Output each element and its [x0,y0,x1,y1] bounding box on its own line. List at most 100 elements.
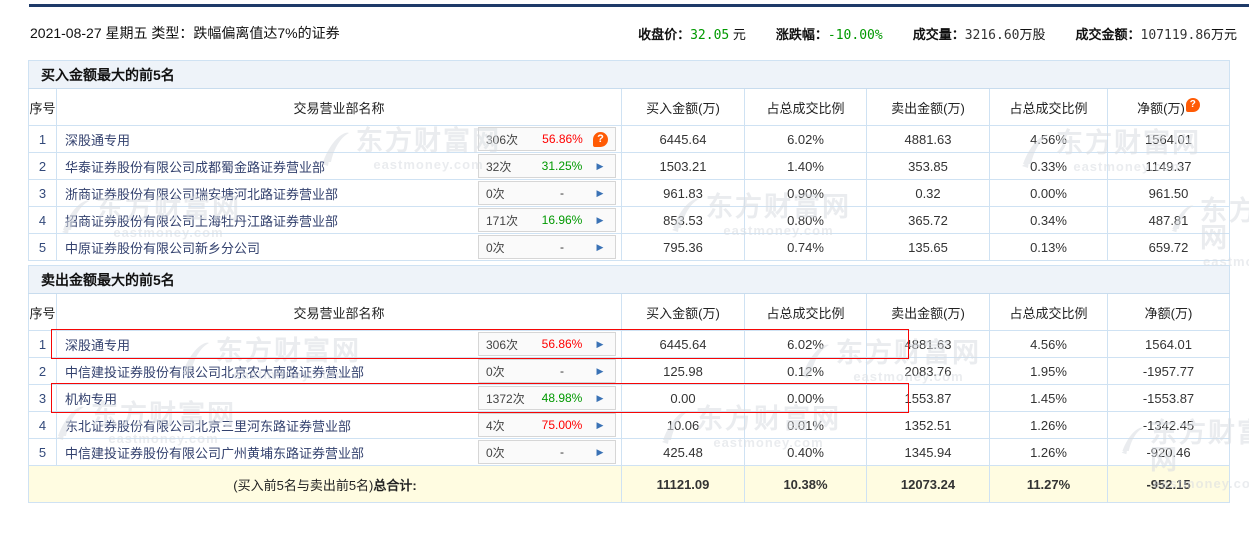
table-row: 4 东北证券股份有限公司北京三里河东路证券营业部 4次 75.00% 10.06… [29,412,1230,439]
branch-name-link[interactable]: 深股通专用 [65,130,130,149]
appearance-count: 32次 [486,158,532,175]
sell-amount: 1345.94 [867,439,990,466]
sell-amount: 353.85 [867,153,990,180]
buy-ratio: 0.80% [745,207,867,234]
col-seq: 序号 [29,89,57,126]
sell-ratio: 1.26% [990,412,1108,439]
net-amount: 1564.01 [1108,331,1230,358]
help-icon[interactable] [1186,98,1200,112]
history-badge[interactable]: 32次 31.25% [478,154,616,178]
win-rate: - [532,240,592,254]
sell-top5-table: 卖出金额最大的前5名 序号 交易营业部名称 买入金额(万) 占总成交比例 卖出金… [28,265,1229,503]
total-sell-amount: 12073.24 [867,466,990,503]
win-rate: - [532,186,592,200]
expand-arrow-icon[interactable] [592,186,608,201]
buy-amount: 6445.64 [622,331,745,358]
branch-name-link[interactable]: 浙商证券股份有限公司瑞安塘河北路证券营业部 [65,184,338,203]
history-badge[interactable]: 171次 16.96% [478,208,616,232]
branch-name-link[interactable]: 华泰证券股份有限公司成都蜀金路证券营业部 [65,157,325,176]
branch-name-link[interactable]: 中信建投证券股份有限公司广州黄埔东路证券营业部 [65,443,364,462]
history-badge[interactable]: 0次 - [478,235,616,259]
branch-name-link[interactable]: 东北证券股份有限公司北京三里河东路证券营业部 [65,416,351,435]
total-label: (买入前5名与卖出前5名)总合计: [29,466,622,503]
quote-stats: 收盘价：32.05 元 涨跌幅：-10.00% 成交量：3216.60万股 成交… [638,24,1237,43]
history-badge[interactable]: 306次 56.86% [478,127,616,151]
col-sell-amount: 卖出金额(万) [867,294,990,331]
appearance-count: 0次 [486,363,532,380]
sell-amount: 365.72 [867,207,990,234]
sell-table-header: 序号 交易营业部名称 买入金额(万) 占总成交比例 卖出金额(万) 占总成交比例… [29,294,1230,331]
buy-amount: 1503.21 [622,153,745,180]
win-rate: - [532,364,592,378]
help-icon[interactable] [593,132,608,147]
row-seq: 3 [29,180,57,207]
history-badge[interactable]: 0次 - [478,181,616,205]
total-buy-ratio: 10.38% [745,466,867,503]
table-row: 1 深股通专用 306次 56.86% 6445.64 6.02% 4881.6… [29,331,1230,358]
appearance-count: 0次 [486,444,532,461]
buy-ratio: 0.00% [745,385,867,412]
net-amount: 961.50 [1108,180,1230,207]
row-seq: 4 [29,412,57,439]
branch-name-link[interactable]: 深股通专用 [65,335,130,354]
col-buy-ratio: 占总成交比例 [745,89,867,126]
buy-table-title: 买入金额最大的前5名 [29,61,1230,89]
col-buy-amount: 买入金额(万) [622,294,745,331]
history-badge[interactable]: 0次 - [478,359,616,383]
col-sell-ratio: 占总成交比例 [990,89,1108,126]
col-branch-name: 交易营业部名称 [57,89,622,126]
row-seq: 5 [29,234,57,261]
col-branch-name: 交易营业部名称 [57,294,622,331]
history-badge[interactable]: 1372次 48.98% [478,386,616,410]
appearance-count: 0次 [486,185,532,202]
expand-arrow-icon[interactable] [592,159,608,174]
expand-arrow-icon[interactable] [592,240,608,255]
history-badge[interactable]: 0次 - [478,440,616,464]
page-title: 2021-08-27 星期五 类型：跌幅偏离值达7%的证券 [30,23,340,43]
col-seq: 序号 [29,294,57,331]
net-amount: 1564.01 [1108,126,1230,153]
buy-ratio: 0.12% [745,358,867,385]
row-seq: 2 [29,153,57,180]
table-row: 5 中原证券股份有限公司新乡分公司 0次 - 795.36 0.74% 135.… [29,234,1230,261]
row-seq: 5 [29,439,57,466]
win-rate: 56.86% [532,132,593,146]
buy-amount: 6445.64 [622,126,745,153]
expand-arrow-icon[interactable] [592,418,608,433]
net-amount: -1342.45 [1108,412,1230,439]
expand-arrow-icon[interactable] [592,213,608,228]
sell-amount: 1553.87 [867,385,990,412]
branch-name-link[interactable]: 中原证券股份有限公司新乡分公司 [65,238,260,257]
win-rate: 31.25% [532,159,592,173]
net-amount: -1553.87 [1108,385,1230,412]
buy-table-header: 序号 交易营业部名称 买入金额(万) 占总成交比例 卖出金额(万) 占总成交比例… [29,89,1230,126]
branch-name-link[interactable]: 机构专用 [65,389,117,408]
sell-ratio: 0.13% [990,234,1108,261]
net-amount: 1149.37 [1108,153,1230,180]
expand-arrow-icon[interactable] [592,337,608,352]
branch-name-link[interactable]: 中信建投证券股份有限公司北京农大南路证券营业部 [65,362,364,381]
sell-amount: 0.32 [867,180,990,207]
stat-close-price: 收盘价：32.05 元 [638,24,746,43]
buy-top5-table: 买入金额最大的前5名 序号 交易营业部名称 买入金额(万) 占总成交比例 卖出金… [28,60,1229,261]
branch-name-link[interactable]: 招商证券股份有限公司上海牡丹江路证券营业部 [65,211,338,230]
col-net-amount: 净额(万) [1108,294,1230,331]
row-seq: 4 [29,207,57,234]
total-sell-ratio: 11.27% [990,466,1108,503]
history-badge[interactable]: 4次 75.00% [478,413,616,437]
history-badge[interactable]: 306次 56.86% [478,332,616,356]
expand-arrow-icon[interactable] [592,445,608,460]
sell-amount: 135.65 [867,234,990,261]
sell-table-title: 卖出金额最大的前5名 [29,266,1230,294]
expand-arrow-icon[interactable] [592,364,608,379]
buy-ratio: 6.02% [745,331,867,358]
sell-amount: 4881.63 [867,126,990,153]
win-rate: 16.96% [532,213,592,227]
appearance-count: 306次 [486,336,532,353]
buy-amount: 853.53 [622,207,745,234]
stat-turnover: 成交金额：107119.86万元 [1076,24,1237,43]
top-divider [29,4,1249,7]
table-row: 2 华泰证券股份有限公司成都蜀金路证券营业部 32次 31.25% 1503.2… [29,153,1230,180]
buy-ratio: 0.01% [745,412,867,439]
expand-arrow-icon[interactable] [592,391,608,406]
